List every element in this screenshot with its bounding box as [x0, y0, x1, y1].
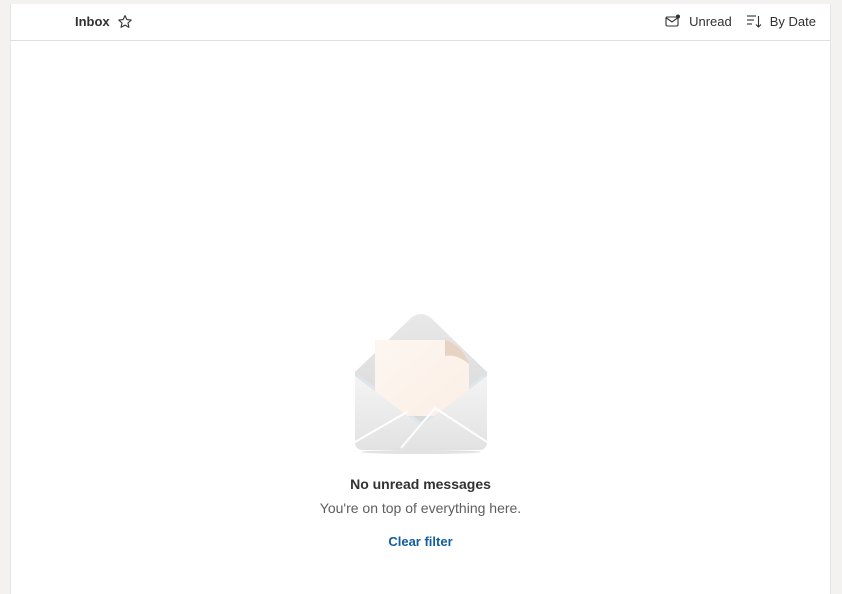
unread-filter-button[interactable]: Unread: [665, 14, 732, 29]
mail-unread-icon: [665, 14, 681, 28]
empty-state-title: No unread messages: [350, 476, 491, 492]
header-actions: Unread By Date: [665, 13, 816, 29]
folder-title: Inbox: [75, 14, 110, 29]
message-list-header: Inbox Unread By Date: [11, 4, 830, 41]
empty-state: No unread messages You're on top of ever…: [11, 304, 830, 551]
open-envelope-illustration: [354, 314, 488, 454]
favorite-star-icon[interactable]: [117, 14, 133, 30]
sort-by-date-button[interactable]: By Date: [746, 13, 816, 29]
sort-descending-icon: [746, 13, 762, 29]
unread-filter-label: Unread: [689, 13, 732, 29]
clear-filter-link[interactable]: Clear filter: [388, 534, 452, 549]
message-list-pane: Inbox Unread By Date No unread messages …: [10, 4, 831, 594]
empty-state-subtitle: You're on top of everything here.: [319, 500, 522, 516]
sort-by-date-label: By Date: [769, 13, 816, 29]
